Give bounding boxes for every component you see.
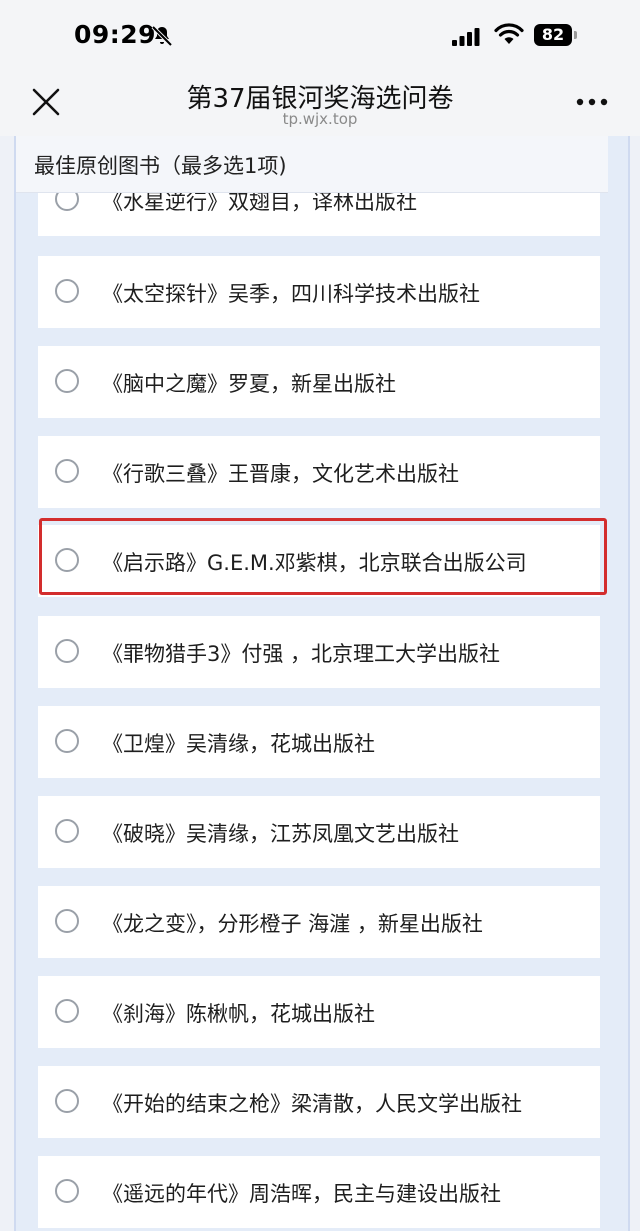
option-label: 《罪物猎手3》付强 ，北京理工大学出版社 (102, 642, 501, 666)
question-title: 最佳原创图书（最多选1项) (34, 154, 287, 178)
option-label: 《遥远的年代》周浩晖，民主与建设出版社 (102, 1182, 501, 1206)
option-list: 《水星逆行》双翅目，译林出版社 《太空探针》吴季，四川科学技术出版社 《脑中之魔… (0, 136, 640, 1231)
nav-bar: 第37届银河奖海选问卷 tp.wjx.top (0, 70, 640, 136)
survey-content[interactable]: 《水星逆行》双翅目，译林出版社 《太空探针》吴季，四川科学技术出版社 《脑中之魔… (0, 136, 640, 1231)
app-root: 09:29 82 第37届银河奖海选问卷 tp.wjx.top 《水星逆行》双翅… (0, 0, 640, 1231)
question-header: 最佳原创图书（最多选1项) (16, 136, 608, 193)
option-item[interactable]: 《行歌三叠》王晋康，文化艺术出版社 (38, 436, 600, 508)
option-item[interactable]: 《罪物猎手3》付强 ，北京理工大学出版社 (38, 616, 600, 688)
option-item[interactable]: 《太空探针》吴季，四川科学技术出版社 (38, 256, 600, 328)
radio-button[interactable] (55, 369, 79, 393)
more-icon[interactable] (572, 88, 612, 116)
option-item[interactable]: 《启示路》G.E.M.邓紫棋，北京联合出版公司 (38, 525, 600, 597)
radio-button[interactable] (55, 1089, 79, 1113)
radio-button[interactable] (55, 909, 79, 933)
signal-icon (452, 28, 480, 46)
battery-tip (574, 31, 577, 39)
battery-icon: 82 (534, 24, 572, 46)
page-url: tp.wjx.top (282, 110, 358, 128)
option-item[interactable]: 《龙之变》，分形橙子 海漄 ，新星出版社 (38, 886, 600, 958)
option-item[interactable]: 《遥远的年代》周浩晖，民主与建设出版社 (38, 1156, 600, 1228)
option-item[interactable]: 《刹海》陈楸帆，花城出版社 (38, 976, 600, 1048)
option-label: 《卫煌》吴清缘，花城出版社 (102, 732, 375, 756)
radio-button[interactable] (55, 729, 79, 753)
option-label: 《脑中之魔》罗夏，新星出版社 (102, 372, 396, 396)
status-bar: 09:29 82 (0, 0, 640, 70)
radio-button[interactable] (55, 548, 79, 572)
option-item[interactable]: 《脑中之魔》罗夏，新星出版社 (38, 346, 600, 418)
wifi-icon (494, 23, 524, 44)
radio-button[interactable] (55, 819, 79, 843)
radio-button[interactable] (55, 639, 79, 663)
radio-button[interactable] (55, 279, 79, 303)
mute-icon (151, 25, 173, 47)
radio-button[interactable] (55, 459, 79, 483)
option-label: 《开始的结束之枪》梁清散，人民文学出版社 (102, 1092, 522, 1116)
option-item[interactable]: 《开始的结束之枪》梁清散，人民文学出版社 (38, 1066, 600, 1138)
radio-button[interactable] (55, 1179, 79, 1203)
option-label: 《刹海》陈楸帆，花城出版社 (102, 1002, 375, 1026)
status-time: 09:29 (74, 20, 157, 49)
option-label: 《行歌三叠》王晋康，文化艺术出版社 (102, 462, 459, 486)
option-item[interactable]: 《破晓》吴清缘，江苏凤凰文艺出版社 (38, 796, 600, 868)
option-label: 《破晓》吴清缘，江苏凤凰文艺出版社 (102, 822, 459, 846)
option-item[interactable]: 《卫煌》吴清缘，花城出版社 (38, 706, 600, 778)
option-label: 《龙之变》，分形橙子 海漄 ，新星出版社 (102, 912, 483, 936)
option-label: 《太空探针》吴季，四川科学技术出版社 (102, 282, 480, 306)
option-label: 《启示路》G.E.M.邓紫棋，北京联合出版公司 (102, 551, 527, 575)
radio-button[interactable] (55, 999, 79, 1023)
